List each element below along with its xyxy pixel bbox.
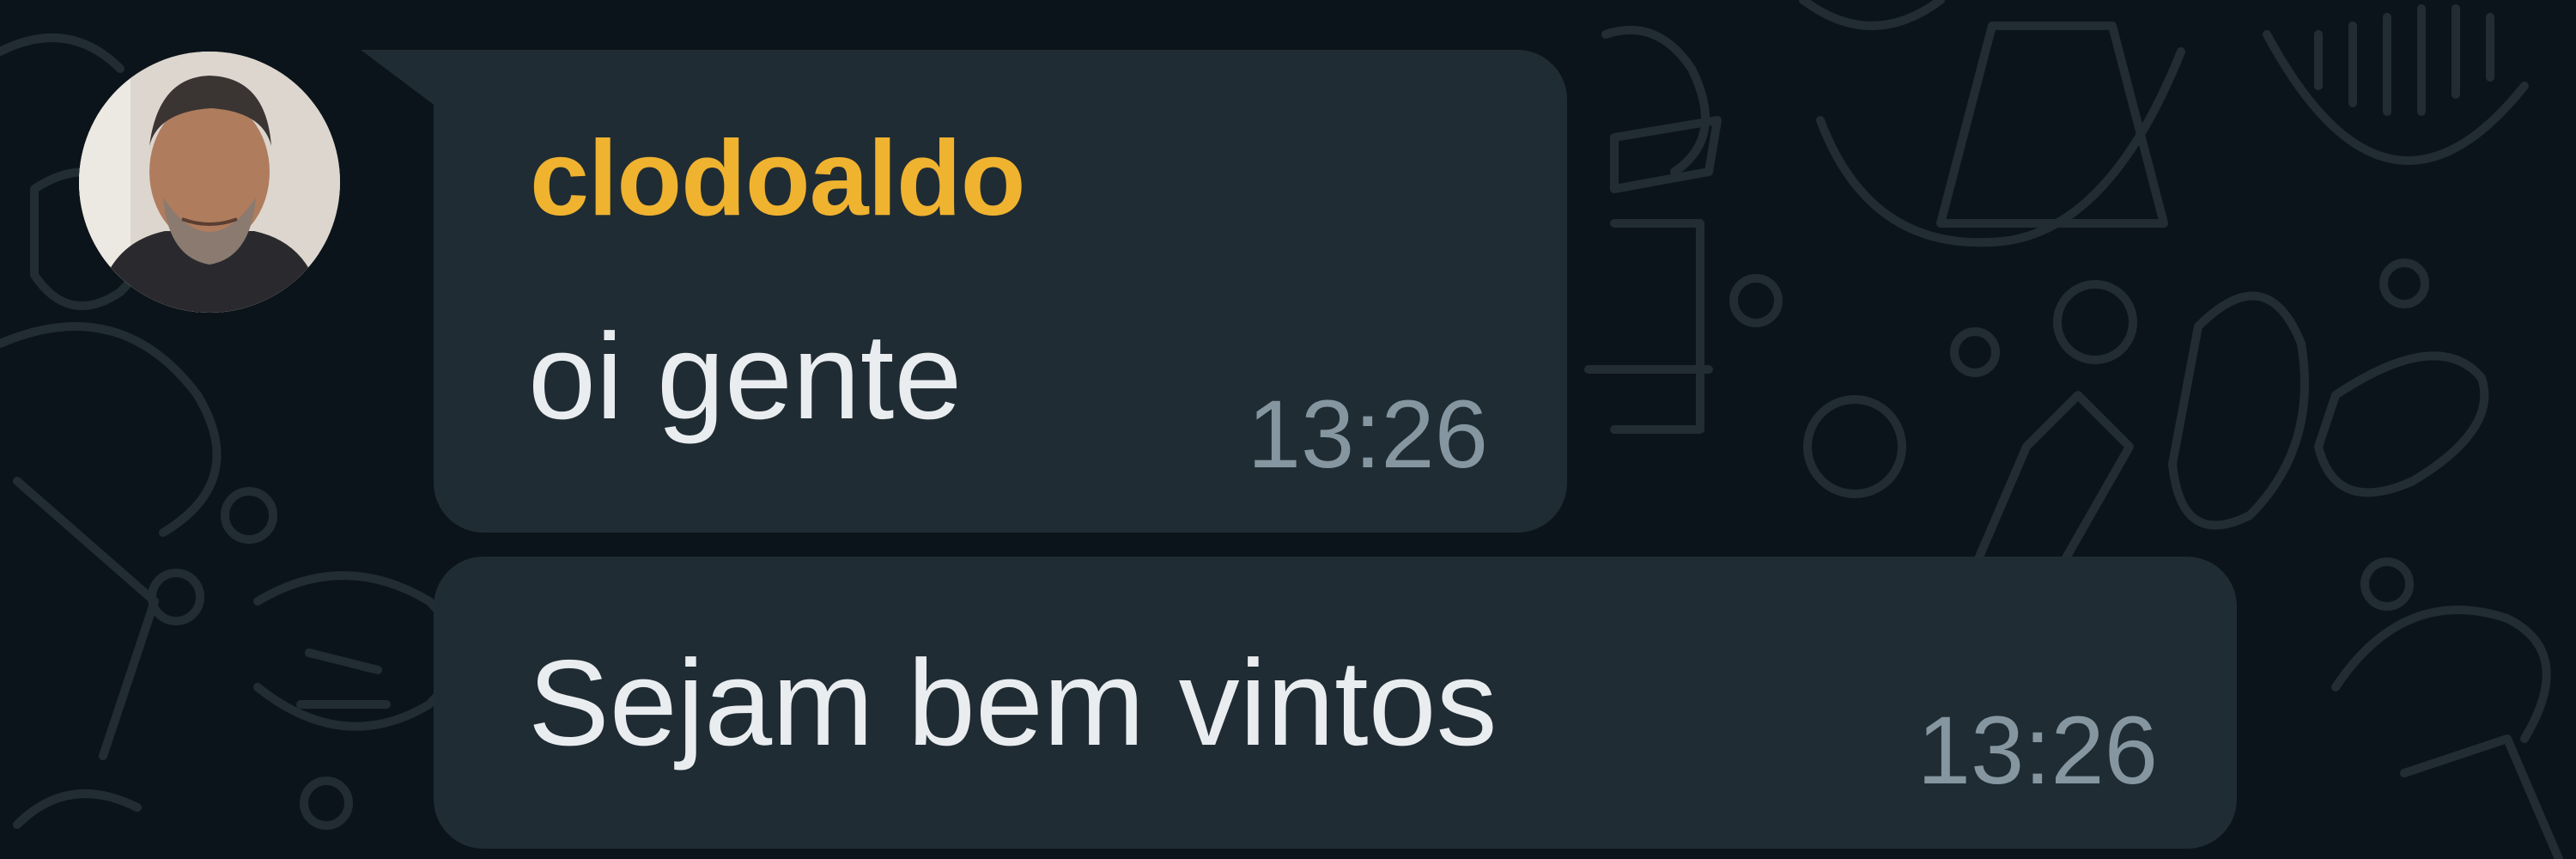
- sender-name[interactable]: clodoaldo: [530, 125, 1026, 232]
- message-bubble[interactable]: Sejam bem vintos 13:26: [434, 557, 2237, 849]
- message-time: 13:26: [1917, 697, 2158, 804]
- message-text: Sejam bem vintos: [528, 635, 1498, 771]
- avatar[interactable]: [79, 52, 340, 313]
- message-time: 13:26: [1247, 381, 1488, 488]
- message-bubble[interactable]: clodoaldo oi gente 13:26: [434, 50, 1567, 533]
- message-text: oi gente: [528, 308, 963, 445]
- contact-photo-icon: [79, 52, 340, 313]
